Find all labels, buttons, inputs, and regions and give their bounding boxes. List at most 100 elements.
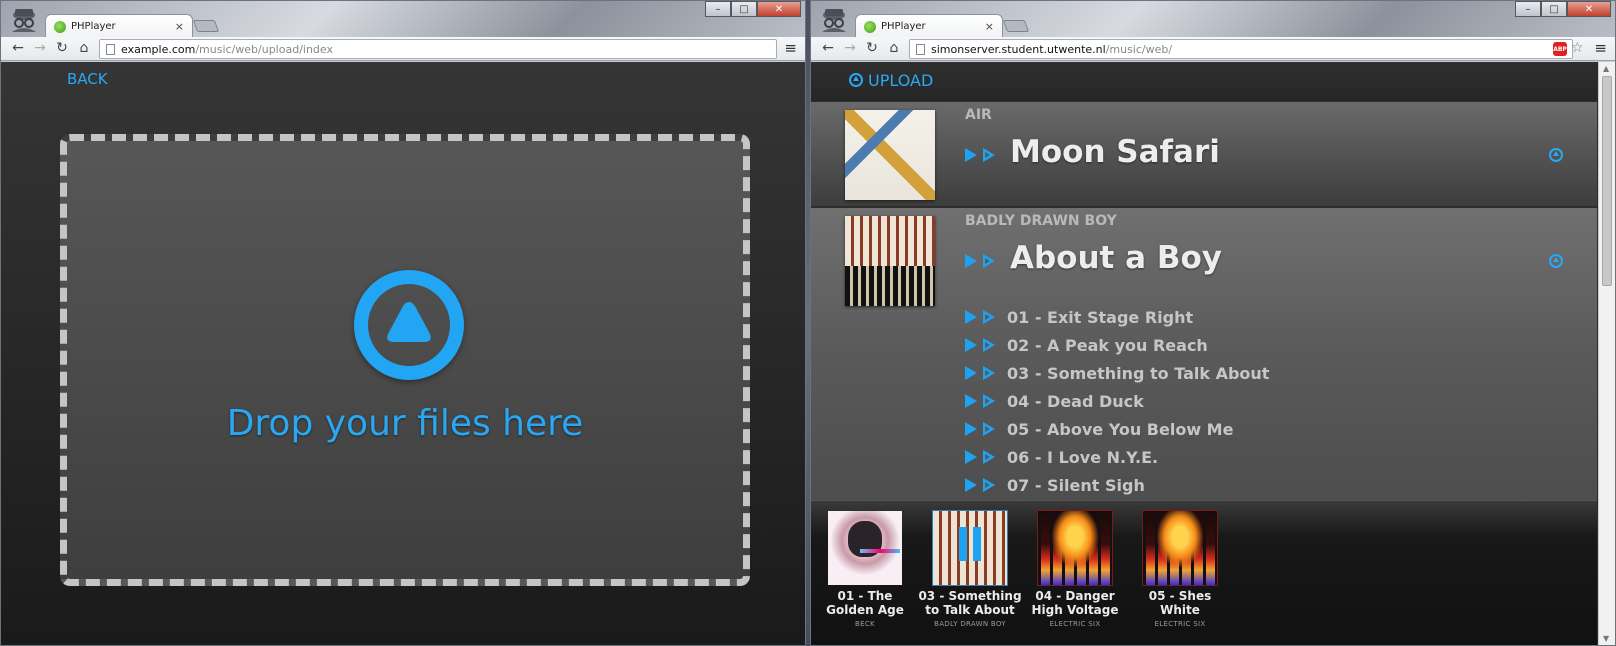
queue-play-icon[interactable] xyxy=(983,478,995,492)
play-icon[interactable] xyxy=(965,478,977,492)
track-row[interactable]: 01 - Exit Stage Right xyxy=(965,306,1193,328)
chrome-menu-icon[interactable]: ≡ xyxy=(784,39,797,57)
play-icon[interactable] xyxy=(965,450,977,464)
page-icon xyxy=(106,43,115,55)
album-title[interactable]: About a Boy xyxy=(1010,240,1222,276)
maximize-button[interactable]: □ xyxy=(1541,1,1567,17)
track-title: 02 - A Peak you Reach xyxy=(1007,335,1208,355)
close-window-button[interactable]: ✕ xyxy=(1567,1,1611,17)
play-icon[interactable] xyxy=(965,254,977,268)
forward-arrow-icon[interactable]: → xyxy=(841,40,859,56)
queue-cover xyxy=(1143,511,1217,585)
queue-item[interactable]: 01 - The Golden Age BECK xyxy=(813,511,917,628)
queue-item[interactable]: 04 - Danger High Voltage ELECTRIC SIX xyxy=(1023,511,1127,628)
reload-icon[interactable]: ↻ xyxy=(863,40,881,56)
track-row[interactable]: 03 - Something to Talk About xyxy=(965,362,1269,384)
queue-play-icon[interactable] xyxy=(983,394,995,408)
track-title: 03 - Something to Talk About xyxy=(1007,363,1270,383)
play-icon[interactable] xyxy=(965,338,977,352)
browser-toolbar: ← → ↻ ⌂ simonserver.student.utwente.nl/m… xyxy=(811,37,1615,61)
pause-icon[interactable] xyxy=(959,527,981,561)
queue-artist: BECK xyxy=(855,620,875,628)
queue-play-icon[interactable] xyxy=(983,148,995,162)
queue-play-icon[interactable] xyxy=(983,422,995,436)
scroll-thumb[interactable] xyxy=(1602,76,1612,286)
url-domain: example.com xyxy=(121,42,196,56)
queue-play-icon[interactable] xyxy=(983,254,995,268)
scroll-up-icon[interactable]: ▲ xyxy=(1603,64,1609,73)
queue-play-icon[interactable] xyxy=(983,310,995,324)
reload-icon[interactable]: ↻ xyxy=(53,40,71,56)
upload-link[interactable]: UPLOAD xyxy=(868,71,933,90)
track-row[interactable]: 02 - A Peak you Reach xyxy=(965,334,1208,356)
file-drop-zone[interactable]: Drop your files here xyxy=(60,134,750,586)
title-bar: PHPlayer × – □ ✕ xyxy=(811,1,1615,38)
tab-phplayer[interactable]: PHPlayer × xyxy=(855,14,1003,38)
maximize-button[interactable]: □ xyxy=(731,1,757,17)
queue-title: 01 - The Golden Age xyxy=(826,589,904,617)
album-cover[interactable] xyxy=(845,216,935,306)
track-row[interactable]: 04 - Dead Duck xyxy=(965,390,1144,412)
tab-title: PHPlayer xyxy=(881,21,926,32)
queue-play-icon[interactable] xyxy=(983,366,995,380)
track-row[interactable]: 07 - Silent Sigh xyxy=(965,474,1145,496)
back-arrow-icon[interactable]: ← xyxy=(819,40,837,56)
bookmark-star-icon[interactable]: ☆ xyxy=(1571,40,1584,56)
track-title: 05 - Above You Below Me xyxy=(1007,419,1234,439)
tab-phplayer[interactable]: PHPlayer × xyxy=(45,14,193,38)
home-icon[interactable]: ⌂ xyxy=(885,40,903,56)
tab-close-button[interactable]: × xyxy=(985,20,994,33)
home-icon[interactable]: ⌂ xyxy=(75,40,93,56)
window-controls: – □ ✕ xyxy=(1515,1,1611,17)
add-album-icon[interactable] xyxy=(1549,148,1563,162)
play-icon[interactable] xyxy=(965,422,977,436)
track-title: 07 - Silent Sigh xyxy=(1007,475,1145,495)
new-tab-button[interactable] xyxy=(1002,20,1030,32)
url-path: /music/web/upload/index xyxy=(195,42,333,56)
queue-title: 03 - Something to Talk About xyxy=(918,589,1022,617)
phplayer-favicon-icon xyxy=(864,20,876,33)
play-icon[interactable] xyxy=(965,394,977,408)
play-icon[interactable] xyxy=(965,148,977,162)
incognito-icon xyxy=(12,9,36,32)
tab-title: PHPlayer xyxy=(71,21,116,32)
play-icon[interactable] xyxy=(965,310,977,324)
back-link[interactable]: BACK xyxy=(67,70,108,88)
phplayer-favicon-icon xyxy=(54,20,66,33)
address-bar[interactable]: simonserver.student.utwente.nl/music/web… xyxy=(909,39,1573,59)
minimize-button[interactable]: – xyxy=(705,1,731,17)
url-path: /music/web/ xyxy=(1105,42,1173,56)
library-page: UPLOAD AIR Moon Safari BADLY DRAWN BOY A… xyxy=(811,62,1615,645)
queue-title: 05 - Shes White xyxy=(1148,589,1212,617)
queue-cover xyxy=(1038,511,1112,585)
new-tab-button[interactable] xyxy=(192,20,220,32)
queue-item-playing[interactable]: 03 - Something to Talk About BADLY DRAWN… xyxy=(918,511,1022,628)
album-artist: BADLY DRAWN BOY xyxy=(965,213,1117,229)
upload-icon xyxy=(354,270,464,380)
vertical-scrollbar[interactable]: ▲ ▼ xyxy=(1598,62,1615,645)
track-row[interactable]: 06 - I Love N.Y.E. xyxy=(965,446,1158,468)
album-title[interactable]: Moon Safari xyxy=(1010,134,1220,170)
queue-play-icon[interactable] xyxy=(983,450,995,464)
track-title: 06 - I Love N.Y.E. xyxy=(1007,447,1159,467)
upload-arrow-icon xyxy=(387,302,431,342)
url-domain: simonserver.student.utwente.nl xyxy=(931,42,1106,56)
adblock-icon[interactable]: ABP xyxy=(1553,42,1567,56)
browser-window-library: PHPlayer × – □ ✕ ← → ↻ ⌂ simonserver.stu… xyxy=(810,0,1616,646)
address-bar[interactable]: example.com/music/web/upload/index xyxy=(99,39,777,59)
minimize-button[interactable]: – xyxy=(1515,1,1541,17)
close-window-button[interactable]: ✕ xyxy=(757,1,801,17)
back-arrow-icon[interactable]: ← xyxy=(9,40,27,56)
queue-play-icon[interactable] xyxy=(983,338,995,352)
queue-item[interactable]: 05 - Shes White ELECTRIC SIX xyxy=(1128,511,1232,628)
drop-instructions: Drop your files here xyxy=(226,403,584,444)
chrome-menu-icon[interactable]: ≡ xyxy=(1594,39,1607,57)
scroll-down-icon[interactable]: ▼ xyxy=(1603,634,1609,643)
track-row[interactable]: 05 - Above You Below Me xyxy=(965,418,1233,440)
album-cover[interactable] xyxy=(845,110,935,200)
forward-arrow-icon[interactable]: → xyxy=(31,40,49,56)
page-icon xyxy=(916,43,925,55)
tab-close-button[interactable]: × xyxy=(175,20,184,33)
add-album-icon[interactable] xyxy=(1549,254,1563,268)
play-icon[interactable] xyxy=(965,366,977,380)
